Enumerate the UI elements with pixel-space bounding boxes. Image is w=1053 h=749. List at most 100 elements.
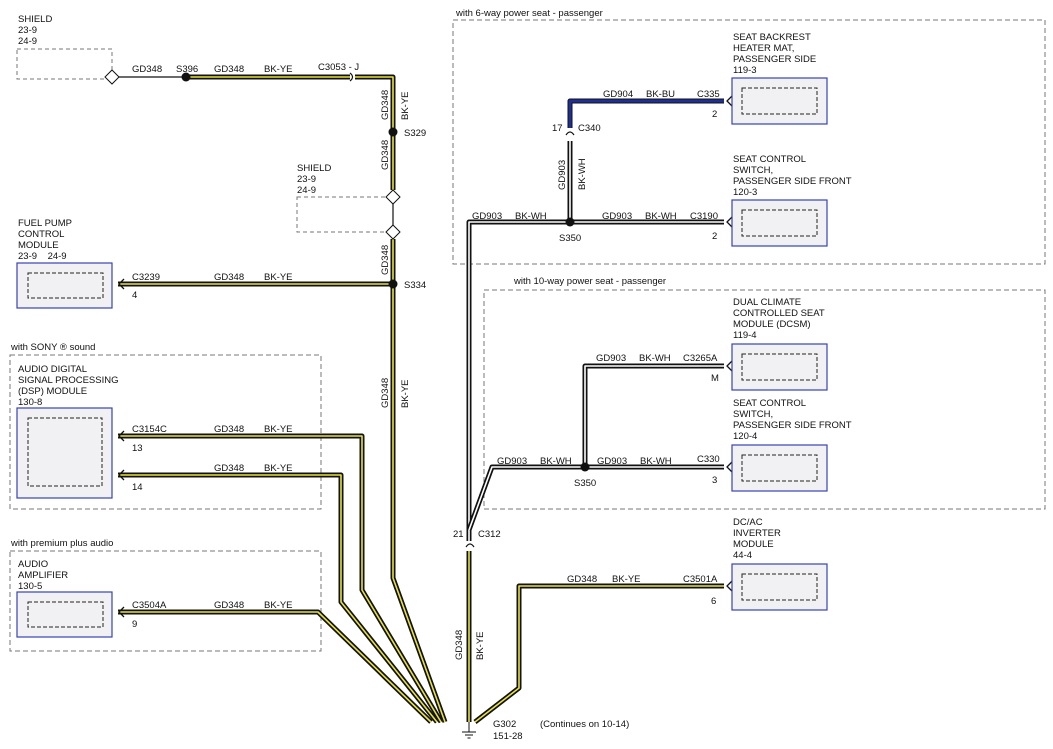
inverter-title-2: INVERTER: [733, 528, 781, 539]
wire-label-gd348-s396: GD348: [214, 64, 244, 75]
inverter-title-1: DC/AC: [733, 517, 763, 528]
wire-gd903-dcsm: [582, 363, 724, 467]
connector-c3154c-pin-14: 14: [132, 482, 143, 493]
splice-s350-ten-way: [580, 462, 590, 472]
region-six-way-label: with 6-way power seat - passenger: [455, 8, 603, 19]
module-audio-amplifier[interactable]: AUDIO AMPLIFIER 130-5: [16, 559, 113, 638]
wire-gd348-dsp-14: [118, 472, 439, 724]
dsp-title-3: (DSP) MODULE: [18, 386, 87, 397]
backrest-ref: 119-3: [733, 65, 757, 76]
wire-color-bk-ye-dsp-a: BK-YE: [264, 424, 293, 435]
connector-c340-symbol: [565, 131, 575, 136]
switch6-title-2: SWITCH,: [733, 165, 773, 176]
module-dc-ac-inverter[interactable]: DC/AC INVERTER MODULE 44-4: [731, 517, 828, 611]
label-s350-ten-way: S350: [574, 478, 596, 489]
wire-label-gd348-dsp-a: GD348: [214, 424, 244, 435]
module-seat-backrest-heater[interactable]: SEAT BACKREST HEATER MAT, PASSENGER SIDE…: [731, 32, 828, 125]
splice-s334: [388, 279, 398, 289]
wire-label-gd348-fpcm: GD348: [214, 272, 244, 283]
dsp-ref: 130-8: [18, 397, 42, 408]
wire-color-bk-wh-six-way-left: BK-WH: [515, 211, 547, 222]
shield-mid-diamond-upper: [385, 189, 401, 205]
backrest-title-1: SEAT BACKREST: [733, 32, 811, 43]
wire-color-bk-ye-inverter: BK-YE: [612, 574, 641, 585]
wire-color-bk-ye-amp: BK-YE: [264, 600, 293, 611]
wire-gd348-trunk-lower: [390, 239, 448, 723]
connector-c3154c-pin-13: 13: [132, 443, 143, 454]
wire-label-gd903-ten-way-left: GD903: [497, 456, 527, 467]
wire-gd348-inverter: [473, 583, 724, 724]
connector-c330-label: C330: [697, 454, 720, 465]
backrest-title-3: PASSENGER SIDE: [733, 54, 816, 65]
wire-label-gd348-inverter: GD348: [567, 574, 597, 585]
amp-ref: 130-5: [18, 581, 42, 592]
ground-ref: 151-28: [493, 731, 523, 742]
wire-label-gd348-trunk-mid: GD348: [380, 140, 391, 170]
inverter-ref: 44-4: [733, 550, 752, 561]
ground-id: G302: [493, 719, 516, 730]
connector-c3190-label: C3190: [690, 211, 718, 222]
module-seat-switch-six-way[interactable]: SEAT CONTROL SWITCH, PASSENGER SIDE FRON…: [731, 154, 852, 247]
shield-mid-title: SHIELD: [297, 163, 331, 174]
wire-label-gd348-shield: GD348: [132, 64, 162, 75]
connector-c330-pin: 3: [712, 475, 717, 486]
wire-label-gd903-six-way-left: GD903: [472, 211, 502, 222]
switch6-ref: 120-3: [733, 187, 757, 198]
wire-label-gd348-trunk-low: GD348: [380, 245, 391, 275]
module-fuel-pump-control[interactable]: FUEL PUMP CONTROL MODULE 23-9 24-9: [16, 218, 113, 309]
connector-c3265a-label: C3265A: [683, 353, 718, 364]
module-dual-climate-seat[interactable]: DUAL CLIMATE CONTROLLED SEAT MODULE (DCS…: [731, 297, 828, 391]
dcsm-title-2: CONTROLLED SEAT: [733, 308, 825, 319]
amp-title-2: AMPLIFIER: [18, 570, 68, 581]
wire-label-gd903-six-way-right: GD903: [602, 211, 632, 222]
splice-s350-six-way: [565, 217, 575, 227]
wire-color-bk-ye-s396: BK-YE: [264, 64, 293, 75]
wire-color-bk-wh-ten-way-right: BK-WH: [640, 456, 672, 467]
connector-c3501a-chevron: [726, 580, 733, 592]
module-audio-dsp[interactable]: AUDIO DIGITAL SIGNAL PROCESSING (DSP) MO…: [16, 364, 118, 499]
connector-c3190-chevron: [726, 216, 733, 228]
connector-c312-symbol: [465, 543, 475, 548]
wire-label-gd348-dsp-b: GD348: [214, 463, 244, 474]
connector-c335-chevron: [726, 95, 733, 107]
wire-label-gd903-six-way-vert: GD903: [557, 160, 568, 190]
ground-continues-note: (Continues on 10-14): [540, 719, 629, 730]
module-seat-switch-ten-way[interactable]: SEAT CONTROL SWITCH, PASSENGER SIDE FRON…: [731, 398, 852, 492]
connector-c335-label: C335: [697, 89, 720, 100]
wire-color-bk-bu: BK-BU: [646, 89, 675, 100]
connector-c3239-label: C3239: [132, 272, 160, 283]
splice-s329: [388, 127, 398, 137]
connector-c312-label: C312: [478, 529, 501, 540]
switch10-title-2: SWITCH,: [733, 409, 773, 420]
connector-c3501a-pin: 6: [711, 596, 716, 607]
connector-c3504a-pin: 9: [132, 619, 137, 630]
switch6-title-1: SEAT CONTROL: [733, 154, 806, 165]
label-s329: S329: [404, 128, 426, 139]
switch10-title-1: SEAT CONTROL: [733, 398, 806, 409]
connector-c3154c-label: C3154C: [132, 424, 167, 435]
wire-label-gd903-dcsm: GD903: [596, 353, 626, 364]
ground-g302: G302 151-28 (Continues on 10-14): [462, 719, 629, 742]
wiring-diagram: with 6-way power seat - passenger with 1…: [9, 8, 1046, 742]
wire-color-bk-wh-ten-way-left: BK-WH: [540, 456, 572, 467]
connector-c330-chevron: [726, 461, 733, 473]
shield-top: SHIELD 23-9 24-9: [16, 14, 113, 80]
fpcm-title-3: MODULE: [18, 240, 59, 251]
shield-top-diamond: [104, 69, 120, 85]
fpcm-title-2: CONTROL: [18, 229, 64, 240]
connector-c3265a-pin: M: [711, 373, 719, 384]
shield-mid-diamond-lower: [385, 224, 401, 240]
connector-c340-pin: 17: [552, 123, 563, 134]
fpcm-title-1: FUEL PUMP: [18, 218, 72, 229]
shield-mid-ref-2: 24-9: [297, 185, 316, 196]
region-premium-label: with premium plus audio: [10, 538, 113, 549]
switch6-title-3: PASSENGER SIDE FRONT: [733, 176, 852, 187]
dsp-title-2: SIGNAL PROCESSING: [18, 375, 118, 386]
wire-label-gd348-ground: GD348: [454, 630, 465, 660]
wire-color-bk-ye-ground: BK-YE: [475, 631, 486, 660]
switch10-ref: 120-4: [733, 431, 757, 442]
wire-label-gd903-ten-way-right: GD903: [597, 456, 627, 467]
wire-color-bk-wh-dcsm: BK-WH: [639, 353, 671, 364]
shield-top-outline: [16, 48, 113, 80]
connector-c3501a-label: C3501A: [683, 574, 718, 585]
